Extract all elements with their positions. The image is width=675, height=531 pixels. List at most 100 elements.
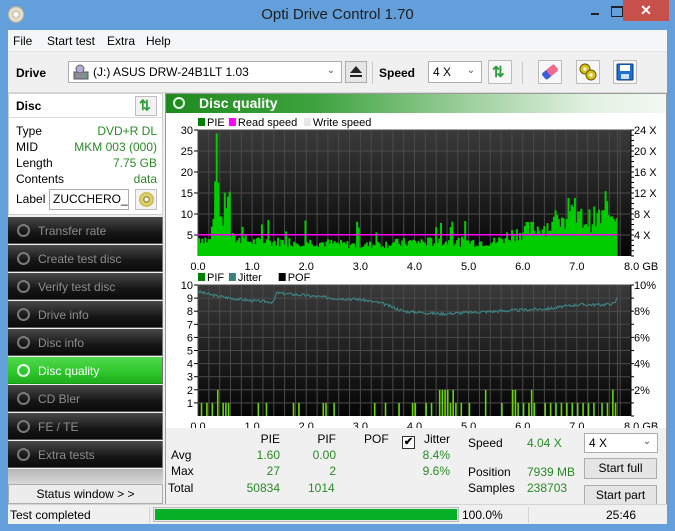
pif-bar: [517, 402, 519, 416]
pif-bar: [460, 402, 463, 416]
disc-refresh-button[interactable]: ⇅: [135, 96, 157, 116]
disc-icon: [17, 364, 30, 377]
disc-label-field[interactable]: ZUCCHERO_U: [49, 189, 129, 210]
pif-bar: [298, 402, 300, 416]
y-tick-label: 2: [187, 385, 193, 397]
header-pof: POF: [364, 432, 389, 446]
legend-label: Jitter: [238, 272, 262, 284]
window-title: Opti Drive Control 1.70: [261, 6, 414, 23]
test-speed-select[interactable]: 4 X ⌄: [584, 433, 658, 453]
nav-drive-info[interactable]: Drive info: [8, 301, 163, 328]
app-window: Opti Drive Control 1.70 ✕ File Start tes…: [0, 0, 675, 531]
y-tick-label: 9: [187, 293, 193, 305]
legend-swatch: [198, 273, 205, 281]
samples-value: 238703: [527, 481, 568, 495]
nav-verify-test-disc[interactable]: Verify test disc: [8, 273, 163, 300]
disc-icon: [17, 224, 30, 237]
pif-bar: [257, 402, 260, 416]
info-key: MID: [16, 140, 38, 154]
status-window-button[interactable]: Status window > >: [8, 484, 163, 504]
y-tick-label: 1: [187, 398, 193, 410]
drive-value: (J:) ASUS DRW-24B1LT 1.03: [93, 65, 249, 79]
max-pif: 2: [329, 464, 336, 478]
pif-bar: [414, 402, 417, 416]
drive-icon: [73, 64, 89, 80]
x-tick-label: 5.0: [461, 421, 476, 428]
row-label-avg: Avg: [171, 448, 192, 462]
eject-button[interactable]: [345, 61, 367, 83]
speed-select[interactable]: 4 X ⌄: [428, 61, 482, 83]
menu-start-test[interactable]: Start test: [47, 34, 95, 48]
refresh-icon: ⇅: [492, 64, 505, 81]
menu-extra[interactable]: Extra: [107, 34, 135, 48]
info-key: Length: [16, 156, 53, 170]
y2-tick-label: 8 X: [634, 209, 651, 221]
nav-extra-tests[interactable]: Extra tests: [8, 441, 163, 468]
save-icon: [616, 63, 634, 81]
disc-icon: [17, 448, 30, 461]
disc-icon: [17, 308, 30, 321]
x-tick-label: 4.0: [407, 421, 422, 428]
pif-bar: [225, 402, 227, 416]
eraser-icon: [542, 64, 558, 80]
pif-bar: [501, 402, 503, 416]
info-key: Contents: [16, 172, 65, 186]
check-icon: ✔: [403, 436, 414, 448]
menu-file[interactable]: File: [13, 34, 32, 48]
row-label-max: Max: [171, 464, 194, 478]
legend-swatch: [228, 273, 236, 281]
disc-mid-row: MID MKM 003 (000): [16, 140, 157, 156]
nav-disc-info[interactable]: Disc info: [8, 329, 163, 356]
toolbar-separator: [522, 62, 523, 84]
disc-icon: [17, 420, 30, 433]
pif-bar: [606, 402, 609, 416]
nav-transfer-rate[interactable]: Transfer rate: [8, 217, 163, 244]
y2-tick-label: 4 X: [634, 230, 651, 242]
pif-bar: [601, 402, 603, 416]
speed-value: 4.04 X: [527, 436, 562, 450]
close-button[interactable]: ✕: [623, 0, 669, 21]
erase-button[interactable]: [538, 60, 562, 84]
y2-tick-label: 10%: [634, 280, 656, 292]
pif-bar: [566, 402, 568, 416]
pif-bar: [322, 402, 325, 416]
pif-bar: [560, 402, 563, 416]
title-bar[interactable]: Opti Drive Control 1.70 ✕: [0, 0, 675, 30]
nav-fe-te[interactable]: FE / TE: [8, 413, 163, 440]
start-part-button[interactable]: Start part: [584, 485, 657, 506]
nav-label: FE / TE: [38, 420, 79, 434]
y2-tick-label: 12 X: [634, 188, 657, 200]
drive-select[interactable]: (J:) ASUS DRW-24B1LT 1.03 ⌄: [68, 61, 342, 83]
disc-label-button[interactable]: [135, 189, 157, 210]
nav-label: Extra tests: [38, 448, 95, 462]
settings-button[interactable]: [576, 60, 600, 84]
speed-label: Speed: [379, 66, 416, 80]
pif-bar: [449, 402, 452, 416]
refresh-speed-button[interactable]: ⇅: [488, 60, 512, 84]
info-value: DVD+R DL: [97, 124, 157, 138]
header-jitter: Jitter: [424, 432, 451, 446]
x-tick-label: 5.0: [461, 261, 476, 273]
nav-create-test-disc[interactable]: Create test disc: [8, 245, 163, 272]
x-tick-label: 2.0: [299, 421, 314, 428]
start-full-button[interactable]: Start full: [584, 458, 657, 479]
pif-bar: [612, 389, 614, 416]
disc-type-row: Type DVD+R DL: [16, 124, 157, 140]
pif-bar: [206, 402, 208, 416]
pif-bar: [468, 402, 471, 416]
status-bar: Test completed 100.0% 25:46: [8, 504, 667, 524]
menu-help[interactable]: Help: [146, 34, 171, 48]
status-text: Test completed: [10, 508, 91, 522]
pif-bar: [227, 402, 230, 416]
nav-disc-quality[interactable]: Disc quality: [8, 357, 163, 384]
y-tick-label: 8: [187, 306, 193, 318]
save-button[interactable]: [613, 60, 637, 84]
x-tick-label: 8.0 GB: [624, 421, 658, 428]
pif-bar: [384, 402, 387, 416]
y-tick-label: 15: [181, 188, 193, 200]
disc-quality-icon: [173, 97, 185, 109]
chevron-down-icon: ⌄: [642, 436, 652, 447]
nav-cd-bler[interactable]: CD Bler: [8, 385, 163, 412]
avg-pif: 0.00: [312, 448, 336, 462]
gears-icon: [579, 63, 597, 81]
